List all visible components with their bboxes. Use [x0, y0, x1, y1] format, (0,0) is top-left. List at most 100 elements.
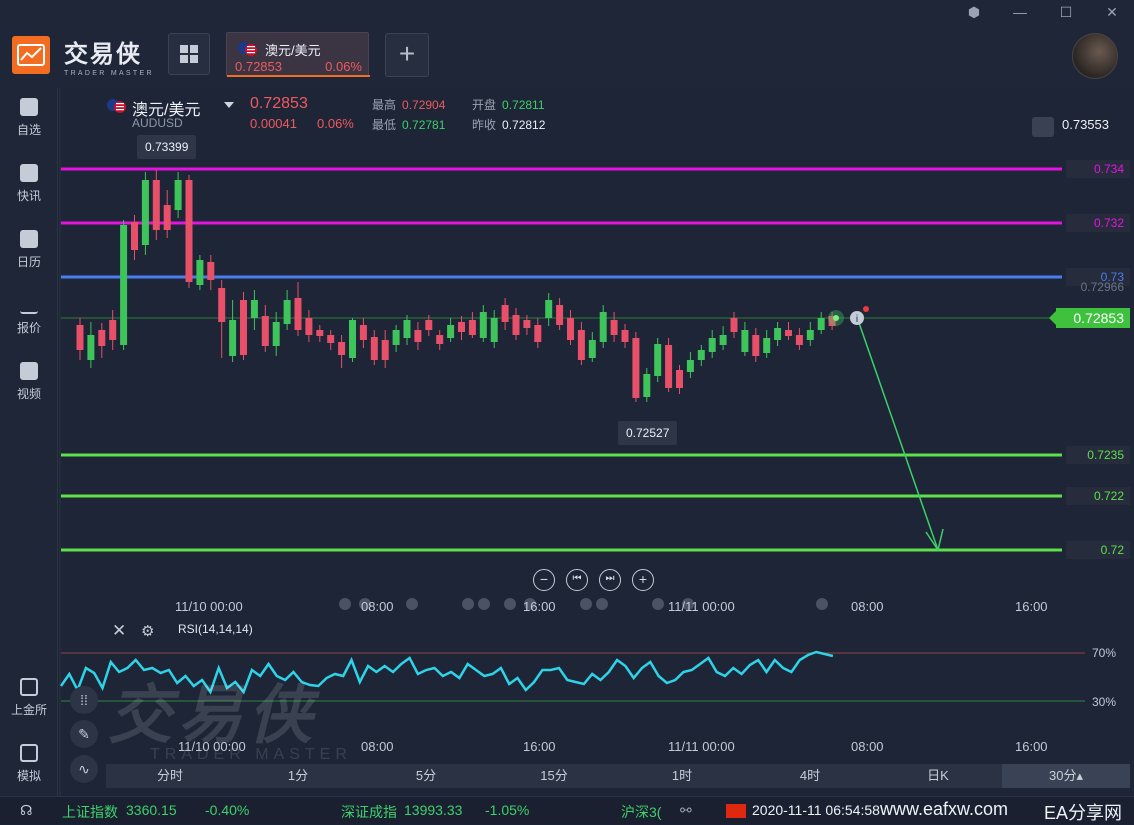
rsi-xaxis-label: 11/11 00:00 [668, 739, 735, 754]
sidebar-item-video[interactable]: 视频 [0, 362, 58, 402]
app-window: ⬢ — ☐ ✕ 交易侠 TRADER MASTER 澳元/美元 0.72853 … [0, 0, 1134, 824]
period-tab-timeshare[interactable]: 分时 [106, 764, 234, 788]
sidebar: 自选 快讯 日历 报价 视频 上金所 模拟 [0, 88, 58, 796]
rsi-title: RSI(14,14,14) [178, 622, 253, 636]
layout-grid-button[interactable] [168, 33, 210, 75]
rsi-upper-label: 70% [1092, 646, 1117, 660]
sidebar-item-demo[interactable]: 模拟 [0, 744, 58, 784]
zoom-in-button[interactable]: + [632, 569, 654, 591]
period-tab-1h[interactable]: 1时 [618, 764, 746, 788]
calendar-icon [20, 230, 38, 248]
period-tab-15m[interactable]: 15分 [490, 764, 618, 788]
period-tab-5m[interactable]: 5分 [362, 764, 490, 788]
indicator-tool-button[interactable]: ⁞⁞ [70, 686, 98, 714]
rsi-xaxis-label: 11/10 00:00 [178, 739, 246, 754]
gear-icon[interactable]: ⚙ [141, 623, 154, 640]
avatar[interactable] [1072, 33, 1118, 79]
skip-forward-button[interactable]: ⏭ [599, 569, 621, 591]
quote-icon [20, 296, 38, 314]
xaxis-label: 16:00 [523, 599, 556, 614]
link-icon[interactable]: ⚯ [680, 802, 692, 819]
pencil-icon[interactable]: ✎ [70, 720, 98, 748]
rsi-controls: ✕ ⚙ [112, 621, 154, 641]
chevron-down-icon[interactable] [224, 102, 234, 108]
sidebar-item-calendar[interactable]: 日历 [0, 230, 58, 270]
maximize-button[interactable]: ☐ [1058, 4, 1074, 21]
stat-open: 开盘 0.72811 [472, 98, 545, 112]
xaxis-label: 08:00 [851, 599, 884, 614]
rsi-xaxis-label: 08:00 [851, 739, 884, 754]
index-value-sh: 3360.15 [126, 802, 177, 818]
close-button[interactable]: ✕ [1104, 4, 1120, 21]
tab-price: 0.72853 [235, 59, 282, 74]
top-bar: ⬢ — ☐ ✕ 交易侠 TRADER MASTER 澳元/美元 0.72853 … [0, 0, 1134, 88]
xaxis-label: 16:00 [1015, 599, 1048, 614]
symbol-change: 0.00041 [250, 116, 297, 131]
sidebar-item-label: 视频 [16, 387, 41, 401]
xaxis-label: 11/10 00:00 [175, 599, 243, 614]
brand-name: 交易侠 [64, 41, 142, 68]
add-tab-button[interactable]: + [385, 33, 429, 77]
gold-exchange-icon [20, 678, 38, 696]
skin-icon[interactable]: ⬢ [966, 4, 982, 21]
news-icon [20, 164, 38, 182]
period-tab-day[interactable]: 日K [874, 764, 1002, 788]
china-flag-icon [726, 804, 746, 818]
high-tooltip: 0.73399 [137, 135, 197, 159]
stat-low: 最低 0.72781 [372, 118, 446, 132]
grid-icon [180, 45, 198, 63]
sidebar-item-watchlist[interactable]: 自选 [0, 98, 58, 138]
level-label-0722: 0.722 [1066, 487, 1130, 505]
close-icon[interactable]: ✕ [112, 621, 126, 640]
site-watermark: www.eafxw.com [880, 799, 1009, 819]
period-tab-4h[interactable]: 4时 [746, 764, 874, 788]
sidebar-item-news[interactable]: 快讯 [0, 164, 58, 204]
xaxis-label: 11/11 00:00 [668, 599, 735, 614]
period-tab-30m[interactable]: 30分▴ [1002, 764, 1130, 788]
skip-back-button[interactable]: ⏮ [566, 569, 588, 591]
period-tab-1m[interactable]: 1分 [234, 764, 362, 788]
stat-prev-close: 昨收 0.72812 [472, 118, 546, 132]
sidebar-item-label: 模拟 [16, 769, 41, 783]
rsi-xaxis-label: 16:00 [523, 739, 556, 754]
star-icon [20, 98, 38, 116]
stat-high: 最高 0.72904 [372, 98, 446, 112]
line-tool-icon[interactable]: ∿ [70, 755, 98, 783]
sidebar-item-label: 自选 [16, 123, 41, 137]
symbol-change-pct: 0.06% [317, 116, 354, 131]
site-watermark-cn: EA分享网 [1044, 803, 1123, 823]
brand: 交易侠 TRADER MASTER [64, 34, 154, 77]
app-logo [12, 36, 50, 74]
symbol-code: AUDUSD [132, 116, 183, 130]
alert-price: 0.73553 [1062, 117, 1109, 132]
index-name-hs300: 沪深3( [621, 804, 662, 820]
low-tooltip: 0.72527 [618, 421, 678, 445]
minimize-button[interactable]: — [1012, 4, 1028, 21]
level-label-07235: 0.7235 [1066, 446, 1130, 464]
brand-tagline: TRADER MASTER [64, 70, 154, 77]
sidebar-item-label: 上金所 [10, 703, 47, 717]
aud-usd-flag-icon [107, 99, 126, 113]
index-name-sh: 上证指数 [62, 804, 118, 820]
level-label-072: 0.72 [1066, 541, 1130, 559]
wallet-icon [20, 744, 38, 762]
bell-icon[interactable] [1032, 117, 1054, 137]
zoom-out-button[interactable]: − [533, 569, 555, 591]
symbol-price: 0.72853 [250, 95, 308, 112]
symbol-tab-audusd[interactable]: 澳元/美元 0.72853 0.06% [226, 32, 370, 77]
rsi-lower-label: 30% [1092, 695, 1117, 709]
datetime: 2020-11-11 06:54:58 [752, 802, 880, 818]
headset-icon[interactable]: ☊ [20, 802, 32, 819]
window-controls: ⬢ — ☐ ✕ [966, 4, 1120, 21]
video-icon [20, 362, 38, 380]
tab-active-indicator [227, 75, 370, 77]
status-bar: ☊ 上证指数 3360.15 -0.40% 深证成指 13993.33 -1.0… [0, 796, 1134, 824]
sidebar-item-label: 快讯 [16, 189, 41, 203]
sidebar-item-label: 日历 [16, 255, 41, 269]
ghost-price-label: 0.72966 [1080, 280, 1124, 294]
index-change-sh: -0.40% [205, 802, 250, 818]
sidebar-item-sge[interactable]: 上金所 [0, 678, 58, 718]
sidebar-item-quotes[interactable]: 报价 [0, 296, 58, 336]
tab-symbol-name: 澳元/美元 [265, 43, 321, 58]
index-change-sz: -1.05% [485, 802, 530, 818]
